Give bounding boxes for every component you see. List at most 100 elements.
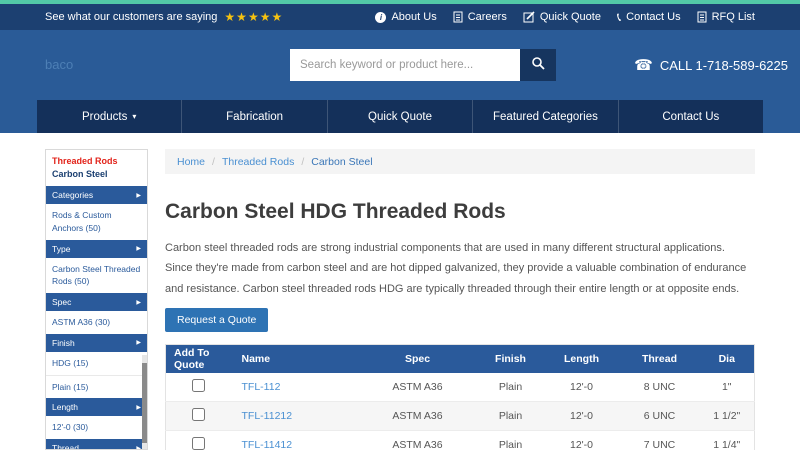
cell-thread: 6 UNC	[619, 401, 700, 432]
customer-reviews-link[interactable]: See what our customers are saying ★★★★★	[45, 10, 283, 24]
topbar-link-quick-quote[interactable]: Quick Quote	[523, 11, 601, 23]
nav-item-contact-us[interactable]: Contact Us	[619, 100, 763, 133]
col-header-finish: Finish	[477, 344, 544, 373]
topbar-link-careers[interactable]: Careers	[453, 11, 507, 23]
topbar-link-about-us[interactable]: i About Us	[375, 11, 437, 23]
top-utility-bar: See what our customers are saying ★★★★★ …	[0, 4, 800, 30]
cell-spec: ASTM A36	[357, 430, 478, 450]
cell-dia: 1 1/4"	[699, 430, 755, 450]
header-band: baco ☎ CALL 1-718-589-6225 Products ▾ F	[0, 30, 800, 133]
filter-header-finish[interactable]: Finish ▶	[46, 333, 147, 352]
table-row: TFL-11212 ASTM A36 Plain 12'-0 6 UNC 1 1…	[165, 401, 755, 432]
add-to-quote-checkbox[interactable]	[192, 437, 206, 450]
call-phone-link[interactable]: ☎ CALL 1-718-589-6225	[634, 30, 788, 100]
nav-item-quick-quote[interactable]: Quick Quote	[328, 100, 474, 133]
filter-header-label: Categories	[52, 190, 94, 200]
product-link[interactable]: TFL-112	[242, 381, 281, 393]
filter-header-type[interactable]: Type ▶	[46, 239, 147, 258]
page: See what our customers are saying ★★★★★ …	[0, 0, 800, 450]
filter-option-hdg[interactable]: HDG (15)	[46, 352, 147, 375]
search-button[interactable]	[520, 49, 556, 81]
cell-spec: ASTM A36	[357, 401, 478, 432]
breadcrumb-separator: /	[212, 155, 215, 168]
filter-option-astm-a36[interactable]: ASTM A36 (30)	[46, 311, 147, 334]
breadcrumb-current: Carbon Steel	[311, 155, 373, 168]
info-icon: i	[375, 11, 387, 23]
breadcrumb: Home / Threaded Rods / Carbon Steel	[165, 149, 755, 174]
nav-item-products[interactable]: Products ▾	[37, 100, 183, 133]
nav-item-fabrication[interactable]: Fabrication	[182, 100, 328, 133]
filter-header-categories[interactable]: Categories ▶	[46, 186, 147, 204]
filter-header-label: Thread	[52, 443, 79, 450]
search-input[interactable]	[290, 49, 520, 81]
sidebar-scrollbar-thumb[interactable]	[142, 363, 147, 443]
topbar-link-label: Quick Quote	[539, 11, 601, 23]
cell-dia: 1 1/2"	[699, 401, 755, 432]
topbar-link-rfq-list[interactable]: RFQ List	[697, 11, 755, 23]
edit-icon	[523, 11, 535, 23]
cell-finish: Plain	[477, 372, 544, 403]
nav-label: Products	[82, 110, 128, 123]
col-header-spec: Spec	[357, 344, 478, 373]
reviews-message: See what our customers are saying	[45, 11, 218, 23]
filter-header-thread[interactable]: Thread ▶	[46, 439, 147, 450]
arrow-right-icon: ▶	[136, 404, 141, 411]
cell-finish: Plain	[477, 430, 544, 450]
utility-links: i About Us Careers Quick Quote 📞︎ Contac…	[375, 11, 755, 23]
search-icon	[531, 56, 546, 74]
breadcrumb-separator: /	[301, 155, 305, 168]
nav-label: Quick Quote	[368, 110, 432, 123]
nav-item-featured-categories[interactable]: Featured Categories	[473, 100, 619, 133]
cell-finish: Plain	[477, 401, 544, 432]
site-logo[interactable]: baco	[45, 57, 73, 72]
topbar-link-contact-us[interactable]: 📞︎ Contact Us	[617, 11, 681, 23]
col-header-dia: Dia	[699, 344, 755, 373]
product-link[interactable]: TFL-11412	[242, 439, 293, 450]
filter-header-spec[interactable]: Spec ▶	[46, 293, 147, 311]
add-to-quote-checkbox[interactable]	[192, 408, 206, 422]
main-column: Home / Threaded Rods / Carbon Steel Carb…	[165, 149, 755, 450]
sidebar-scrollbar[interactable]	[142, 355, 147, 449]
sidebar-category-title: Threaded Rods	[52, 156, 118, 166]
cell-spec: ASTM A36	[357, 372, 478, 403]
content-area: Threaded Rods Carbon Steel Categories ▶ …	[0, 133, 800, 450]
filter-option-carbon-steel-threaded-rods[interactable]: Carbon Steel Threaded Rods (50)	[46, 258, 147, 294]
table-row: TFL-112 ASTM A36 Plain 12'-0 8 UNC 1"	[165, 372, 755, 403]
request-quote-button[interactable]: Request a Quote	[165, 308, 269, 333]
nav-label: Contact Us	[662, 110, 720, 123]
product-description: Carbon steel threaded rods are strong in…	[165, 242, 747, 295]
breadcrumb-threaded-rods[interactable]: Threaded Rods	[222, 156, 294, 168]
arrow-right-icon: ▶	[136, 299, 141, 306]
document-icon	[697, 11, 707, 23]
breadcrumb-home[interactable]: Home	[177, 156, 205, 168]
filter-option-rods-custom-anchors[interactable]: Rods & Custom Anchors (50)	[46, 204, 147, 240]
topbar-link-label: RFQ List	[711, 11, 755, 23]
filter-header-length[interactable]: Length ▶	[46, 398, 147, 417]
cell-length: 12'-0	[543, 401, 620, 432]
arrow-right-icon: ▶	[136, 192, 141, 199]
cell-thread: 7 UNC	[619, 430, 700, 450]
col-header-add-to-quote: Add To Quote	[165, 344, 232, 373]
filter-option-plain[interactable]: Plain (15)	[46, 374, 147, 399]
col-header-length: Length	[543, 344, 620, 373]
main-nav: Products ▾ Fabrication Quick Quote Featu…	[37, 100, 763, 133]
add-to-quote-checkbox[interactable]	[192, 378, 206, 392]
topbar-link-label: About Us	[391, 11, 437, 23]
cell-thread: 8 UNC	[619, 372, 700, 403]
document-icon	[453, 11, 463, 23]
topbar-link-label: Contact Us	[626, 11, 681, 23]
site-header: baco ☎ CALL 1-718-589-6225	[0, 30, 800, 100]
filter-header-label: Spec	[52, 297, 72, 307]
cell-length: 12'-0	[543, 430, 620, 450]
page-title: Carbon Steel HDG Threaded Rods	[165, 200, 506, 223]
arrow-right-icon: ▶	[136, 246, 141, 252]
products-table-header: Add To Quote Name Spec Finish Length Thr…	[165, 344, 755, 373]
telephone-icon: ☎	[634, 56, 653, 74]
nav-label: Fabrication	[226, 110, 284, 123]
cell-length: 12'-0	[543, 372, 620, 403]
table-row: TFL-11412 ASTM A36 Plain 12'-0 7 UNC 1 1…	[165, 430, 755, 450]
col-header-thread: Thread	[619, 344, 700, 373]
phone-number: CALL 1-718-589-6225	[659, 57, 788, 73]
filter-option-12-0[interactable]: 12'-0 (30)	[46, 416, 147, 439]
product-link[interactable]: TFL-11212	[242, 410, 293, 422]
